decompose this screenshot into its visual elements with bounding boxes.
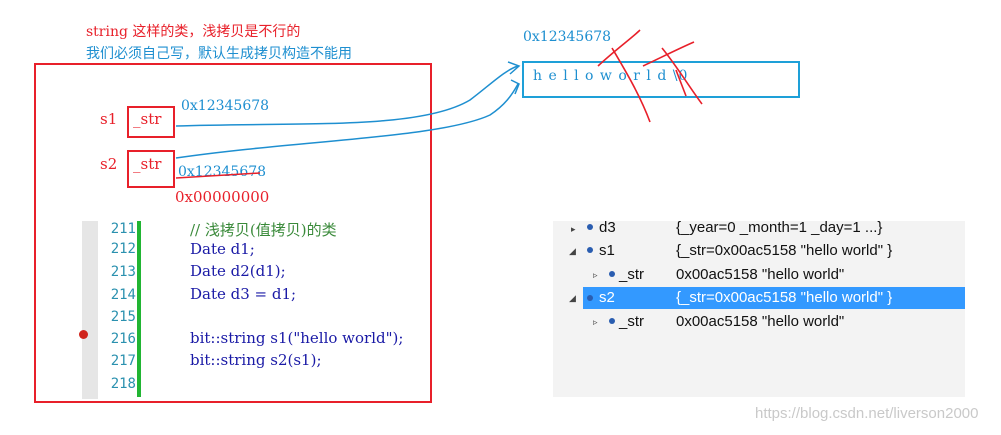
watch-name: _str — [619, 266, 645, 283]
watch-value: {_str=0x00ac5158 "hello world" } — [676, 289, 893, 306]
watch-value: 0x00ac5158 "hello world" — [676, 266, 845, 283]
watch-name: s2 — [599, 289, 615, 306]
field-icon — [609, 318, 615, 324]
watch-row-selected[interactable]: ◢ s2 {_str=0x00ac5158 "hello world" } — [553, 287, 965, 309]
watch-name: s1 — [599, 242, 615, 259]
expander-icon[interactable]: ◢ — [569, 293, 576, 304]
watch-row[interactable]: ◢ s1 {_str=0x00ac5158 "hello world" } — [553, 240, 965, 262]
watch-value: {_year=0 _month=1 _day=1 ...} — [676, 219, 883, 236]
expander-icon[interactable]: ▹ — [593, 270, 598, 281]
watch-value: {_str=0x00ac5158 "hello world" } — [676, 242, 893, 259]
watch-name: d3 — [599, 219, 616, 236]
watch-name: _str — [619, 313, 645, 330]
expander-icon[interactable]: ◢ — [569, 246, 576, 257]
variable-icon — [587, 295, 593, 301]
variable-icon — [587, 247, 593, 253]
watch-row[interactable]: ▸ d3 {_year=0 _month=1 _day=1 ...} — [553, 217, 965, 239]
watch-window[interactable]: ▸ d3 {_year=0 _month=1 _day=1 ...} ◢ s1 … — [553, 219, 965, 397]
field-icon — [609, 271, 615, 277]
expander-icon[interactable]: ▹ — [593, 317, 598, 328]
variable-icon — [587, 224, 593, 230]
watch-value: 0x00ac5158 "hello world" — [676, 313, 845, 330]
watch-row[interactable]: ▹ _str 0x00ac5158 "hello world" — [553, 311, 965, 333]
expander-icon[interactable]: ▸ — [571, 224, 576, 235]
watermark: https://blog.csdn.net/liverson2000 — [755, 405, 979, 422]
watch-row[interactable]: ▹ _str 0x00ac5158 "hello world" — [553, 264, 965, 286]
